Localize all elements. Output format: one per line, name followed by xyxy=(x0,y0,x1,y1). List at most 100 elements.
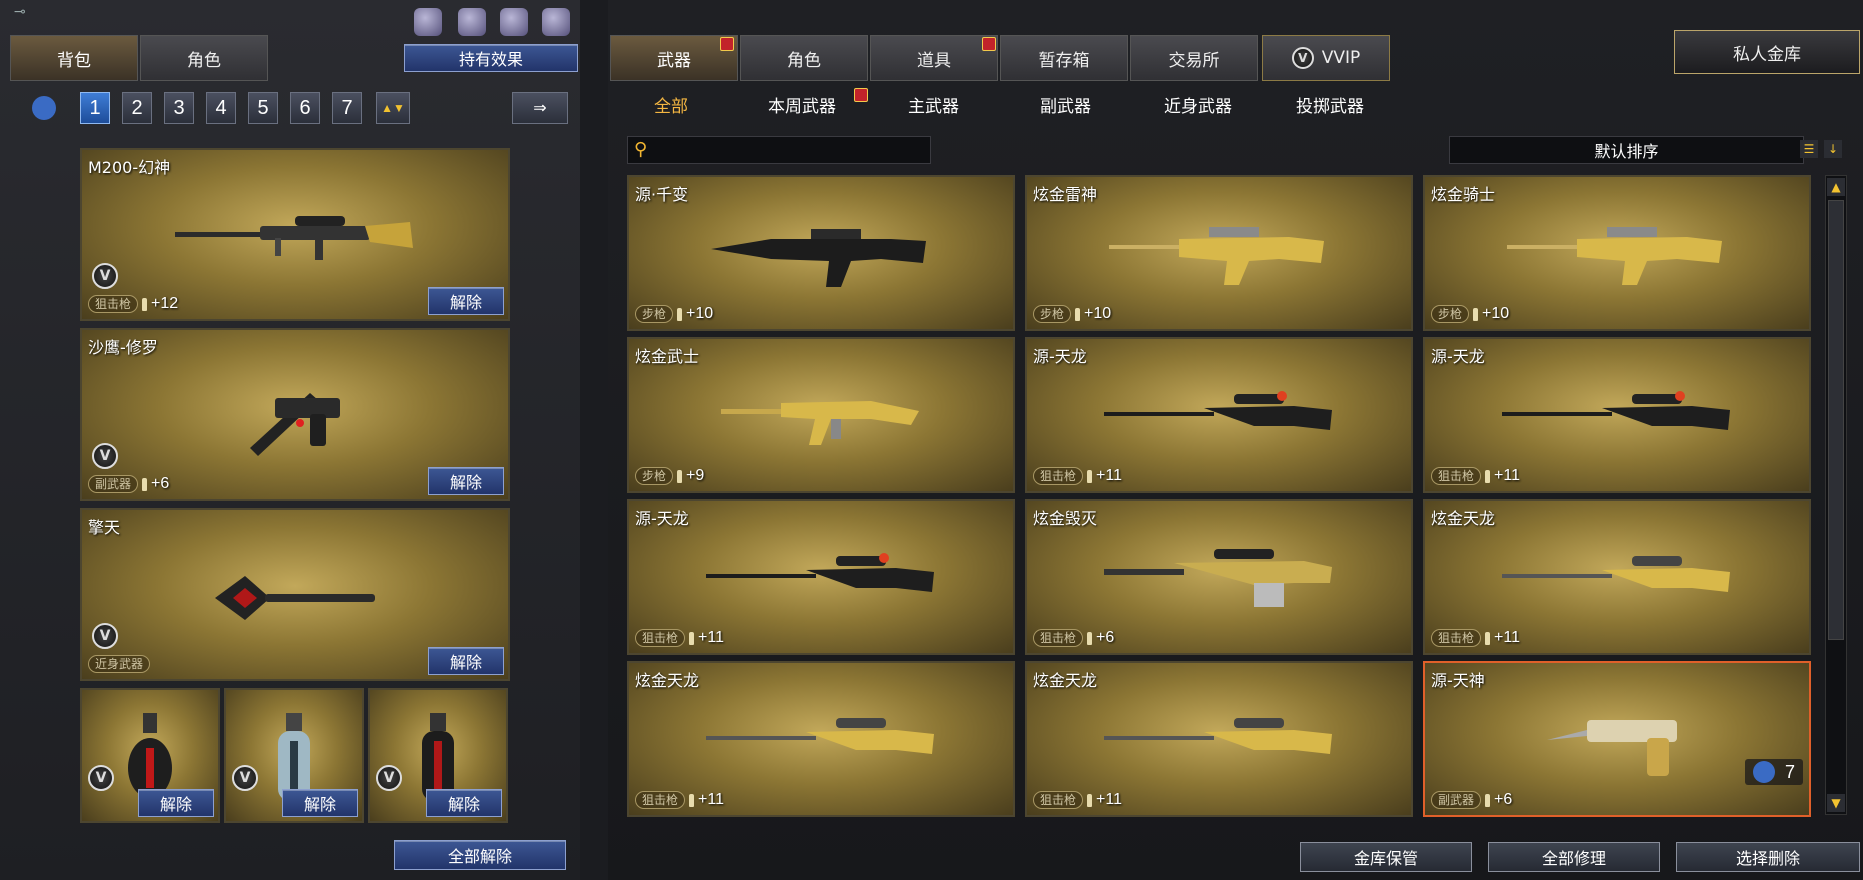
vip-badge-icon: V xyxy=(92,263,118,289)
weapon-card[interactable]: 炫金骑士 步枪 +10 xyxy=(1423,175,1811,331)
enhance-level: +11 xyxy=(1494,629,1520,646)
sort-desc-icon[interactable]: ↓ xyxy=(1824,140,1842,158)
tab-exchange[interactable]: 交易所 xyxy=(1130,35,1258,81)
page-button-3[interactable]: 3 xyxy=(164,92,194,124)
weapon-card[interactable]: 炫金天龙 狙击枪 +11 xyxy=(1423,499,1811,655)
character-icon[interactable] xyxy=(500,8,528,36)
equipped-slot[interactable]: 沙鹰-修罗 V 副武器 +6 解除 xyxy=(80,328,510,501)
mouse-icon[interactable] xyxy=(542,8,570,36)
subtab-secondary[interactable]: 副武器 xyxy=(1040,92,1091,117)
subtab-primary[interactable]: 主武器 xyxy=(908,92,959,117)
type-label: 副武器 xyxy=(88,475,139,493)
page-button-2[interactable]: 2 xyxy=(122,92,152,124)
grenade-slot[interactable]: V 解除 xyxy=(80,688,220,823)
release-button[interactable]: 解除 xyxy=(428,647,504,675)
weapon-card[interactable]: 源-天龙 狙击枪 +11 xyxy=(1423,337,1811,493)
release-button[interactable]: 解除 xyxy=(282,789,358,817)
subtab-all[interactable]: 全部 xyxy=(654,92,688,117)
release-button[interactable]: 解除 xyxy=(428,287,504,315)
item-name: 源·千变 xyxy=(635,185,689,204)
weapon-card[interactable]: 源-天龙 狙击枪 +11 xyxy=(627,499,1015,655)
tab-label: 暂存箱 xyxy=(1038,50,1090,71)
weapon-icon xyxy=(1109,219,1329,293)
tab-weapons[interactable]: 武器 xyxy=(610,35,738,81)
equipped-slot[interactable]: 擎天 V 近身武器 解除 xyxy=(80,508,510,681)
weapon-card[interactable]: 炫金天龙 狙击枪 +11 xyxy=(1025,661,1413,817)
scroll-up-icon[interactable]: ▲ xyxy=(1827,178,1845,196)
move-icon[interactable]: ⇒ xyxy=(512,92,568,124)
item-name: 源-天龙 xyxy=(1033,347,1087,366)
weapon-card[interactable]: 炫金毁灭 狙击枪 +6 xyxy=(1025,499,1413,655)
grenade-slot[interactable]: V 解除 xyxy=(224,688,364,823)
release-button[interactable]: 解除 xyxy=(428,467,504,495)
vip-badge-icon: V xyxy=(92,443,118,469)
type-label: 狙击枪 xyxy=(1033,467,1084,485)
release-button[interactable]: 解除 xyxy=(426,789,502,817)
item-type: 狙击枪 +11 xyxy=(1431,629,1520,647)
repair-all-button[interactable]: 全部修理 xyxy=(1488,842,1660,872)
item-type: 副武器 +6 xyxy=(1431,791,1512,809)
weapon-icon xyxy=(1104,386,1334,450)
tab-character[interactable]: 角色 xyxy=(740,35,868,81)
tab-storage[interactable]: 暂存箱 xyxy=(1000,35,1128,81)
weapon-card[interactable]: 源·千变 步枪 +10 xyxy=(627,175,1015,331)
item-name: 沙鹰-修罗 xyxy=(88,338,158,357)
subtab-melee[interactable]: 近身武器 xyxy=(1164,92,1232,117)
tab-items[interactable]: 道具 xyxy=(870,35,998,81)
page-button-6[interactable]: 6 xyxy=(290,92,320,124)
backpack-icon xyxy=(1752,761,1775,783)
bullet-icon xyxy=(1485,469,1491,483)
enhance-level: +11 xyxy=(1096,467,1122,484)
sort-select[interactable]: 默认排序 xyxy=(1449,136,1804,164)
tab-character[interactable]: 角色 xyxy=(140,35,268,81)
search-input[interactable]: ⚲ xyxy=(627,136,931,164)
type-label: 步枪 xyxy=(1033,305,1072,323)
item-type: 狙击枪 +11 xyxy=(635,791,724,809)
type-label: 近身武器 xyxy=(88,655,151,673)
vault-store-button[interactable]: 金库保管 xyxy=(1300,842,1472,872)
release-button[interactable]: 解除 xyxy=(138,789,214,817)
enhance-level: +6 xyxy=(151,475,170,492)
subtab-throwing[interactable]: 投掷武器 xyxy=(1296,92,1364,117)
page-button-4[interactable]: 4 xyxy=(206,92,236,124)
weapon-card[interactable]: 炫金雷神 步枪 +10 xyxy=(1025,175,1413,331)
page-button-5[interactable]: 5 xyxy=(248,92,278,124)
search-icon: ⚲ xyxy=(634,139,648,160)
sort-label: 默认排序 xyxy=(1594,142,1659,161)
page-button-7[interactable]: 7 xyxy=(332,92,362,124)
enhance-level: +11 xyxy=(698,629,724,646)
subtab-weekly[interactable]: 本周武器 xyxy=(768,92,836,117)
bullet-icon xyxy=(1087,631,1093,645)
item-type: 狙击枪 +6 xyxy=(1033,629,1114,647)
effects-button[interactable]: 持有效果 xyxy=(404,44,578,72)
item-count: 7 xyxy=(1744,759,1803,785)
item-name: 源-天龙 xyxy=(1431,347,1485,366)
scroll-thumb[interactable] xyxy=(1828,200,1844,640)
bullet-icon xyxy=(677,307,683,321)
scroll-down-icon[interactable]: ▼ xyxy=(1827,794,1845,812)
weapon-card[interactable]: 源-天龙狙击枪 +11 xyxy=(1025,337,1413,493)
private-vault-button[interactable]: 私人金库 xyxy=(1674,30,1860,74)
equipped-slot[interactable]: M200-幻神 V 狙击枪 +12 解除 xyxy=(80,148,510,321)
select-delete-button[interactable]: 选择删除 xyxy=(1676,842,1860,872)
tab-backpack[interactable]: 背包 xyxy=(10,35,138,81)
item-name: 炫金骑士 xyxy=(1431,185,1496,204)
bullet-icon xyxy=(1075,307,1081,321)
scrollbar[interactable]: ▲ ▼ xyxy=(1825,175,1847,815)
refresh-icon[interactable] xyxy=(458,8,486,36)
button-label: 解除 xyxy=(303,795,336,814)
list-view-icon[interactable]: ☰ xyxy=(1800,140,1818,158)
gift-box-icon[interactable] xyxy=(414,8,442,36)
weapon-card[interactable]: 炫金武士 步枪 +9 xyxy=(627,337,1015,493)
bullet-icon xyxy=(1485,793,1491,807)
tab-vvip[interactable]: V VVIP xyxy=(1262,35,1390,81)
grenade-slot[interactable]: V 解除 xyxy=(368,688,508,823)
item-name: 源-天神 xyxy=(1431,671,1485,690)
weapon-card[interactable]: 炫金天龙 狙击枪 +11 xyxy=(627,661,1015,817)
backpack-icon xyxy=(32,96,56,120)
page-button-1[interactable]: 1 xyxy=(80,92,110,124)
page-stepper[interactable]: ▲▼ xyxy=(376,92,410,124)
type-label: 步枪 xyxy=(635,305,674,323)
release-all-button[interactable]: 全部解除 xyxy=(394,840,566,870)
weapon-card[interactable]: 源-天神副武器 +6 7 xyxy=(1423,661,1811,817)
